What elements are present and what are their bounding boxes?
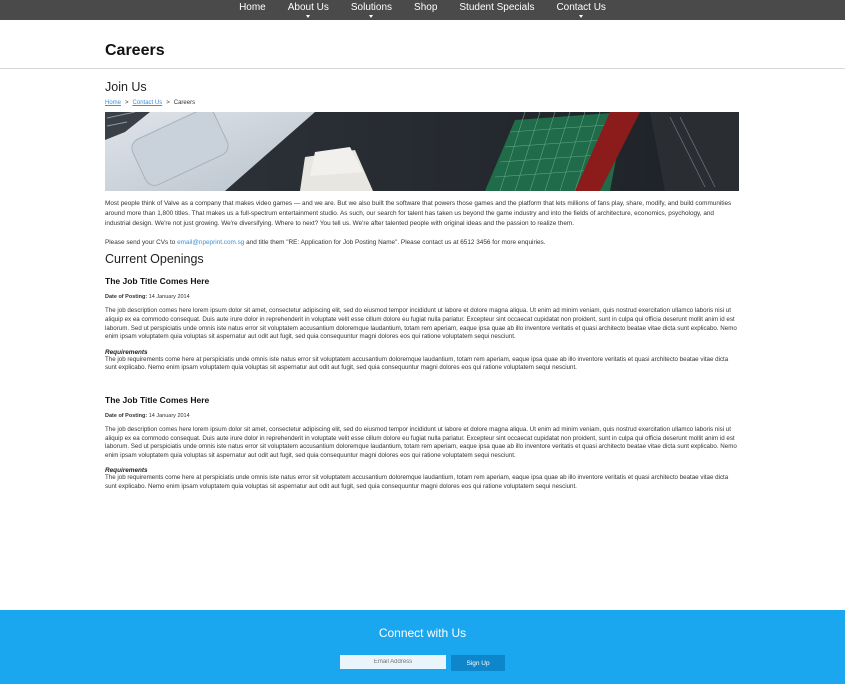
job-posting: The Job Title Comes Here Date of Posting… [105,276,739,373]
careers-email-link[interactable]: email@npeprint.com.sg [177,239,244,246]
caret-down-icon [369,15,374,18]
nav-shop[interactable]: Shop [414,0,437,16]
top-navigation: Home About Us Solutions Shop Student Spe… [0,0,845,20]
job-date-value: 14 January 2014 [148,294,190,301]
nav-home[interactable]: Home [239,0,266,16]
nav-label: Student Specials [459,2,535,13]
signup-button[interactable]: Sign Up [451,655,505,671]
job-date: Date of Posting: 14 January 2014 [105,413,739,419]
job-title: The Job Title Comes Here [105,276,210,287]
caret-down-icon [579,15,584,18]
breadcrumb-contact-link[interactable]: Contact Us [133,100,163,106]
newsletter-email-input[interactable] [340,655,446,669]
job-description: The job description comes here lorem ips… [105,425,737,459]
nav-student-specials[interactable]: Student Specials [459,0,534,16]
desk-photo-illustration [105,112,739,191]
page-title: Careers [105,42,165,59]
connect-footer: Connect with Us Sign Up [0,610,845,684]
job-date-label: Date of Posting: [105,412,148,419]
nav-contact-us[interactable]: Contact Us [556,0,606,18]
nav-label: Solutions [350,2,393,13]
job-date-label: Date of Posting: [105,294,148,301]
hero-banner-image [105,112,739,191]
job-posting: The Job Title Comes Here Date of Posting… [105,395,739,492]
main-content: Join Us Home > Contact Us > Careers Most… [105,80,739,498]
join-us-heading: Join Us [105,80,147,94]
breadcrumb-current: Careers [173,100,196,106]
breadcrumb-separator: > [125,100,129,106]
footer-title: Connect with Us [378,626,467,640]
caret-down-icon [306,15,311,18]
nav-label: About Us [287,2,329,13]
job-requirements: The job requirements come here at perspi… [105,355,729,372]
nav-label: Home [239,2,266,13]
current-openings-heading: Current Openings [105,252,204,267]
contact-instructions: Please send your CVs to email@npeprint.c… [105,239,739,246]
job-date-value: 14 January 2014 [148,412,190,419]
job-description: The job description comes here lorem ips… [105,307,737,341]
nav-label: Contact Us [556,2,606,13]
job-title: The Job Title Comes Here [105,394,210,405]
intro-paragraph: Most people think of Valve as a company … [105,200,732,227]
requirements-label: Requirements [105,467,148,475]
nav-about-us[interactable]: About Us [287,0,329,18]
requirements-label: Requirements [105,348,148,356]
job-date: Date of Posting: 14 January 2014 [105,294,739,300]
breadcrumb: Home > Contact Us > Careers [105,100,739,106]
nav-label: Shop [414,2,438,13]
nav-solutions[interactable]: Solutions [350,0,393,18]
breadcrumb-home-link[interactable]: Home [105,100,121,106]
breadcrumb-separator: > [166,100,170,106]
contact-suffix: and title them "RE: Application for Job … [244,239,546,246]
page-title-bar: Careers [0,20,845,69]
job-requirements: The job requirements come here at perspi… [105,474,729,490]
contact-prefix: Please send your CVs to [105,239,178,246]
